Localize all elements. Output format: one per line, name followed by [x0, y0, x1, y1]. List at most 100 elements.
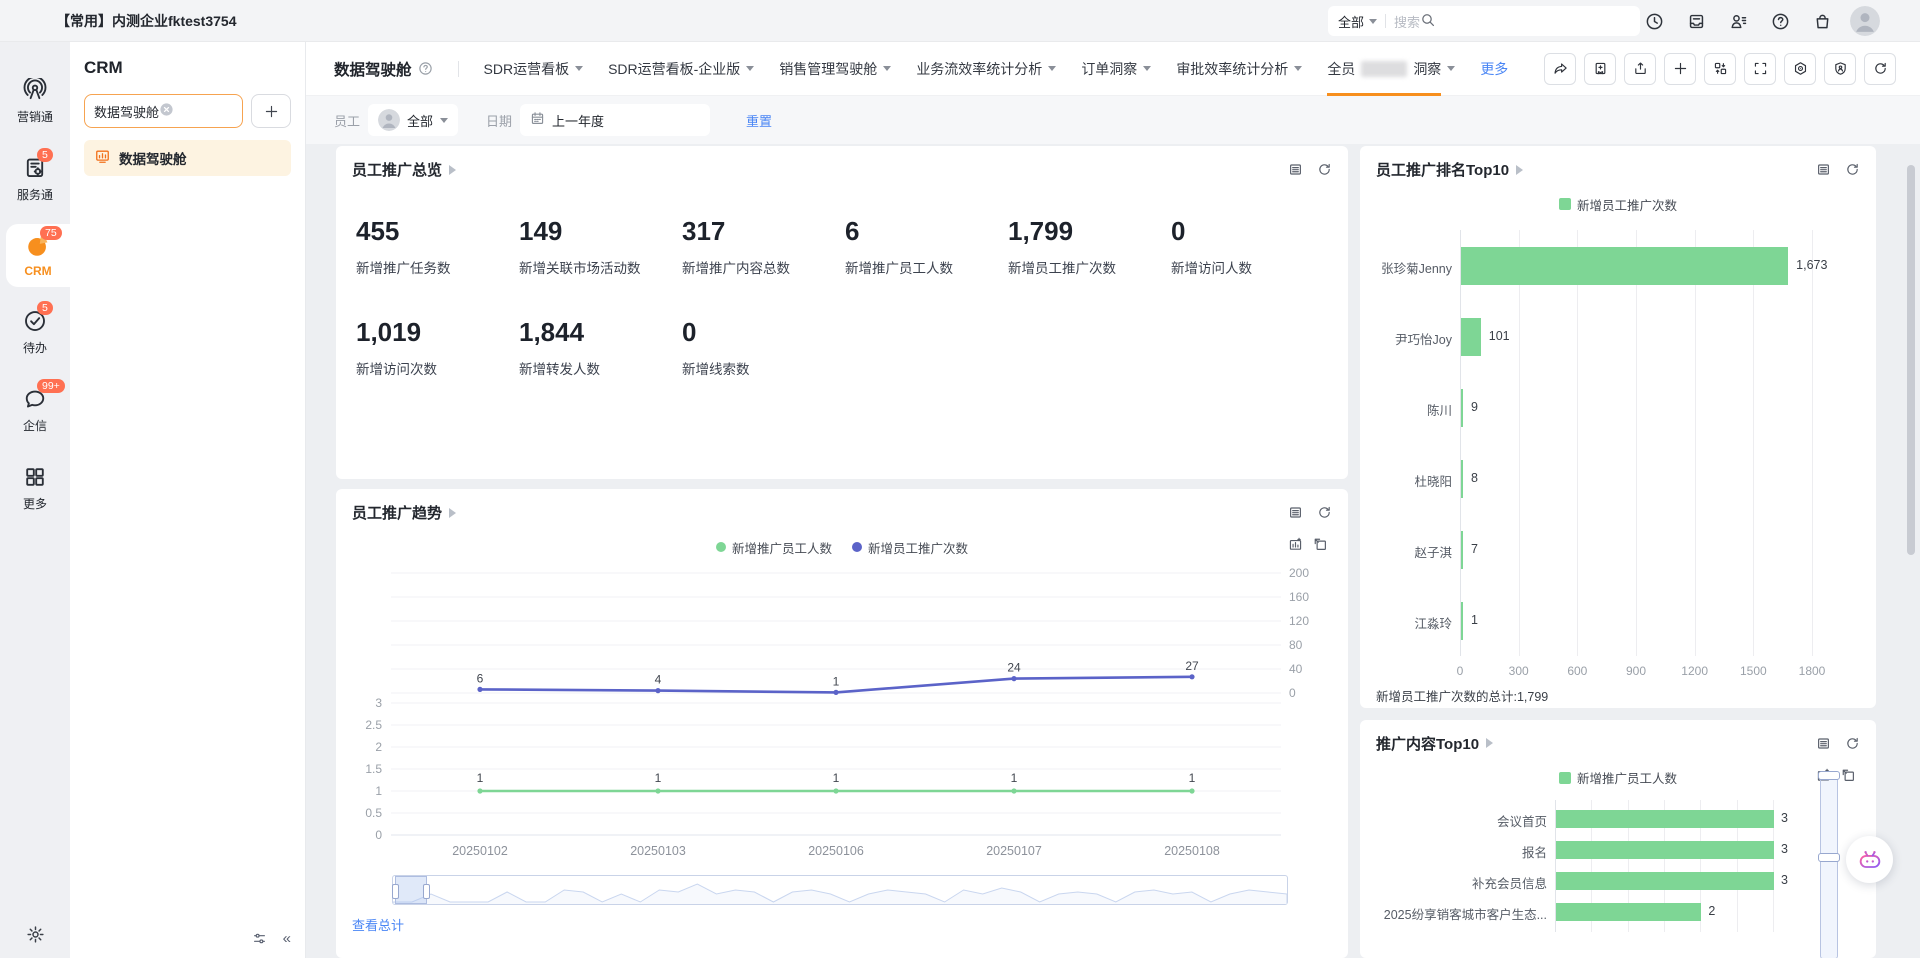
- hex-gear-button[interactable]: [1784, 53, 1816, 85]
- bar[interactable]: [1461, 389, 1463, 427]
- rail-item-chat[interactable]: 99+企信: [0, 377, 70, 443]
- collapse-panel-icon[interactable]: «: [283, 931, 291, 946]
- bar[interactable]: [1461, 460, 1463, 498]
- employee-filter-select[interactable]: 全部: [368, 104, 458, 136]
- list-icon[interactable]: [1816, 162, 1831, 177]
- card-title: 员工推广趋势: [352, 502, 442, 523]
- tab-3[interactable]: 业务流效率统计分析: [916, 42, 1056, 96]
- legend-label: 新增员工推广次数: [1577, 195, 1677, 214]
- legend-item[interactable]: 新增推广员工人数: [1559, 768, 1677, 787]
- tab-2[interactable]: 销售管理驾驶舱: [779, 42, 891, 96]
- more-tabs-link[interactable]: 更多: [1480, 59, 1508, 79]
- help-icon[interactable]: [418, 61, 433, 76]
- plus-button[interactable]: [1664, 53, 1696, 85]
- search-icon[interactable]: [1420, 12, 1436, 28]
- svg-text:2.5: 2.5: [365, 718, 382, 732]
- bar[interactable]: [1461, 318, 1481, 356]
- datazoom-handle-left[interactable]: [392, 884, 399, 899]
- search-placeholder[interactable]: 搜索: [1394, 12, 1420, 31]
- bar[interactable]: [1556, 810, 1774, 828]
- add-chart-icon[interactable]: [1288, 537, 1303, 552]
- gear-icon[interactable]: [26, 925, 45, 944]
- expand-arrow-icon[interactable]: [1516, 165, 1523, 175]
- settings-gear-button[interactable]: [0, 925, 70, 944]
- bag-icon[interactable]: [1813, 12, 1832, 31]
- list-icon[interactable]: [1816, 736, 1831, 751]
- chart-datazoom-slider[interactable]: [392, 875, 1288, 905]
- tab-0[interactable]: SDR运营看板: [484, 42, 584, 96]
- rail-item-broadcast[interactable]: 营销通: [0, 68, 70, 134]
- tab-1[interactable]: SDR运营看板-企业版: [608, 42, 754, 96]
- stat-value: 1,799: [1008, 216, 1171, 247]
- forward-button[interactable]: [1544, 53, 1576, 85]
- ai-assistant-button[interactable]: [1846, 836, 1893, 883]
- datazoom-handle-right[interactable]: [423, 884, 430, 899]
- inbox-icon[interactable]: [1687, 12, 1706, 31]
- add-dashboard-button[interactable]: [251, 94, 291, 128]
- search-scope-select[interactable]: 全部: [1338, 12, 1364, 31]
- main-area: 数据驾驶舱 SDR运营看板SDR运营看板-企业版销售管理驾驶舱业务流效率统计分析…: [306, 42, 1920, 958]
- bar[interactable]: [1556, 872, 1774, 890]
- refresh-icon[interactable]: [1845, 162, 1860, 177]
- bar[interactable]: [1461, 602, 1463, 640]
- tab-label: SDR运营看板-企业版: [608, 59, 740, 79]
- fullscreen-button[interactable]: [1744, 53, 1776, 85]
- refresh-icon[interactable]: [1317, 162, 1332, 177]
- bar[interactable]: [1461, 531, 1463, 569]
- chevron-down-icon: [1369, 19, 1377, 24]
- legend-item[interactable]: 新增员工推广次数: [1559, 195, 1677, 214]
- expand-arrow-icon[interactable]: [449, 165, 456, 175]
- refresh-button[interactable]: [1864, 53, 1896, 85]
- list-icon[interactable]: [1288, 162, 1303, 177]
- datazoom-window[interactable]: [395, 876, 427, 904]
- chevron-down-icon: [575, 66, 583, 71]
- refresh-icon[interactable]: [1317, 505, 1332, 520]
- card-title: 推广内容Top10: [1376, 733, 1479, 754]
- tab-5[interactable]: 审批效率统计分析: [1176, 42, 1302, 96]
- bar[interactable]: [1556, 903, 1701, 921]
- swap-button[interactable]: [1704, 53, 1736, 85]
- help-icon[interactable]: [1771, 12, 1790, 31]
- history-icon[interactable]: [1645, 12, 1664, 31]
- expand-arrow-icon[interactable]: [1486, 738, 1493, 748]
- legend-item[interactable]: 新增推广员工人数: [716, 538, 832, 557]
- export-button[interactable]: [1624, 53, 1656, 85]
- restore-icon[interactable]: [1313, 537, 1328, 552]
- legend-item[interactable]: 新增员工推广次数: [852, 538, 968, 557]
- rail-item-grid[interactable]: 更多: [0, 455, 70, 521]
- content-bar-chart: 会议首页3报名3补充会员信息32025纷享销客城市客户生态...2: [1360, 800, 1876, 930]
- rail-item-pie[interactable]: 75CRM: [6, 224, 70, 287]
- page-scrollbar[interactable]: [1907, 165, 1915, 555]
- bar[interactable]: [1556, 841, 1774, 859]
- dashboard-search-input[interactable]: 数据驾驶舱: [84, 94, 243, 128]
- restore-icon[interactable]: [1841, 768, 1856, 783]
- fullscreen-icon: [1753, 61, 1768, 76]
- tab-active-redacted[interactable]: 全员洞察: [1327, 42, 1455, 96]
- sliders-icon[interactable]: [252, 931, 267, 946]
- clear-icon[interactable]: [159, 102, 174, 117]
- chart-vertical-zoom-slider[interactable]: [1820, 774, 1838, 958]
- tab-4[interactable]: 订单洞察: [1081, 42, 1151, 96]
- rail-item-todo-check[interactable]: 5待办: [0, 299, 70, 365]
- bookmark-add-button[interactable]: [1584, 53, 1616, 85]
- view-total-link[interactable]: 查看总计: [352, 915, 404, 934]
- expand-arrow-icon[interactable]: [449, 508, 456, 518]
- shield-button[interactable]: [1824, 53, 1856, 85]
- panel-settings-icon[interactable]: [252, 931, 267, 946]
- left-rail: 营销通 5服务通 75CRM 5待办 99+企信更多: [0, 42, 70, 958]
- rail-item-service[interactable]: 5服务通: [0, 146, 70, 212]
- bar[interactable]: [1461, 247, 1788, 285]
- sidebar-item-dashboard[interactable]: 数据驾驶舱: [84, 140, 291, 176]
- refresh-icon[interactable]: [1845, 736, 1860, 751]
- date-filter-input[interactable]: 上一年度: [520, 104, 710, 136]
- filter-bar: 员工 全部 日期 上一年度 重置: [306, 96, 1920, 144]
- list-icon[interactable]: [1288, 505, 1303, 520]
- overview-card: 员工推广总览 455新增推广任务数149新增关联市场活动数317新增推广内容总数…: [336, 146, 1348, 479]
- avatar[interactable]: [1850, 6, 1880, 36]
- reset-filters-link[interactable]: 重置: [746, 111, 772, 130]
- global-search[interactable]: 全部 搜索: [1328, 6, 1640, 36]
- stat-label: 新增推广内容总数: [682, 257, 845, 277]
- help-icon[interactable]: [418, 61, 433, 76]
- contacts-icon[interactable]: [1729, 12, 1748, 31]
- svg-text:24: 24: [1007, 661, 1021, 675]
